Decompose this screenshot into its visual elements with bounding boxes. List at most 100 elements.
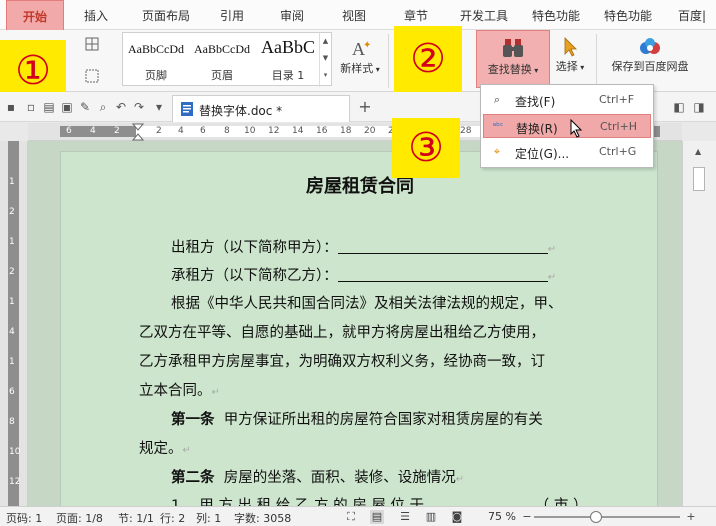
new-style-label: 新样式: [340, 62, 374, 75]
style-toc1[interactable]: AaBbC 目录 1: [255, 33, 321, 87]
mouse-pointer-icon: [570, 119, 583, 138]
ruler-number: 2: [114, 126, 120, 136]
tab-view[interactable]: 视图: [330, 0, 378, 30]
folder-icon[interactable]: ▪: [4, 100, 18, 114]
doc-line: 规定。↵: [139, 437, 191, 458]
zoom-in-icon[interactable]: +: [684, 510, 698, 524]
gallery-scroll[interactable]: ▲ ▼ ▾: [319, 33, 331, 87]
print-preview-icon[interactable]: ▣: [60, 100, 74, 114]
page-view-icon[interactable]: ▤: [370, 510, 384, 524]
status-page[interactable]: 页码: 1: [6, 510, 42, 526]
tab-nav-right-icon[interactable]: ◨: [692, 100, 706, 114]
more-dropdown-icon[interactable]: ▾: [152, 100, 166, 114]
reading-view-icon[interactable]: ▥: [424, 510, 438, 524]
lessor-label: 出租方（以下简称甲方）：: [171, 240, 338, 256]
ruler-number: 4: [178, 126, 184, 136]
doc-line-lessee: 承租方（以下简称乙方）： ↵: [171, 264, 556, 285]
scroll-thumb[interactable]: [693, 167, 705, 191]
ribbon-separator: [388, 34, 389, 88]
format-painter-icon[interactable]: ✎: [78, 100, 92, 114]
indent-marker-icon[interactable]: [132, 123, 144, 141]
new-style-button[interactable]: A ✦ 新样式 ▾: [336, 36, 384, 86]
style-sample: AaBbCcDd: [194, 42, 250, 56]
tab-features[interactable]: 特色功能: [524, 0, 588, 30]
fullscreen-icon[interactable]: ⛶: [344, 510, 358, 524]
ruler-number: 10: [244, 126, 256, 136]
new-style-icon: A ✦: [352, 39, 371, 59]
zoom-out-icon[interactable]: −: [520, 510, 534, 524]
menu-item-find[interactable]: ⌕ 查找(F) Ctrl+F: [483, 88, 651, 112]
find-doc-icon[interactable]: ⌕: [96, 100, 110, 114]
scroll-up-icon[interactable]: ▲: [695, 147, 701, 156]
save-icon[interactable]: ▫: [24, 100, 38, 114]
print-icon[interactable]: ▤: [42, 100, 56, 114]
status-pages[interactable]: 页面: 1/8: [56, 510, 103, 526]
zoom-slider-knob[interactable]: [590, 511, 602, 523]
doc-line-article-2: 第二条 房屋的坐落、面积、装修、设施情况↵: [171, 466, 464, 487]
status-bar: 页码: 1 页面: 1/8 节: 1/1 行: 2 列: 1 字数: 3058 …: [0, 506, 716, 526]
style-header[interactable]: AaBbCcDd 页眉: [189, 33, 255, 87]
zoom-level[interactable]: 75 %: [488, 510, 516, 523]
ruler-number: 2: [156, 126, 162, 136]
tab-home[interactable]: 开始: [6, 0, 64, 30]
paragraph-mark: ↵: [455, 474, 465, 485]
doc-line-text: 房屋的坐落、面积、装修、设施情况: [223, 470, 456, 486]
ruler-number: 16: [316, 126, 328, 136]
document-page[interactable]: 房屋租赁合同 出租方（以下简称甲方）： ↵ 承租方（以下简称乙方）： ↵ 根据《中华…: [60, 151, 658, 506]
doc-file-icon: [181, 102, 193, 116]
menu-item-replace[interactable]: ᵃᵇᶜ 替换(R) Ctrl+H: [483, 114, 651, 138]
outline-view-icon[interactable]: ☰: [398, 510, 412, 524]
find-replace-button[interactable]: 查找替换 ▾: [476, 30, 550, 88]
ruler-number: 28: [460, 126, 472, 136]
doc-line-text: 甲方保证所出租的房屋符合国家对租赁房屋的有关: [223, 412, 543, 428]
paragraph-mark: ↵: [547, 244, 557, 255]
tab-page-layout[interactable]: 页面布局: [128, 0, 204, 30]
vertical-scrollbar[interactable]: ▲: [682, 141, 716, 506]
document-canvas[interactable]: 房屋租赁合同 出租方（以下简称甲方）： ↵ 承租方（以下简称乙方）： ↵ 根据《中华…: [28, 141, 682, 506]
tab-review[interactable]: 审阅: [268, 0, 316, 30]
status-section[interactable]: 节: 1/1: [118, 510, 154, 526]
find-replace-label: 查找替换: [487, 63, 532, 76]
article-heading: 第二条: [171, 470, 215, 486]
annotation-badge-2: ②: [394, 26, 462, 92]
undo-icon[interactable]: ↶: [114, 100, 128, 114]
find-icon: ⌕: [493, 93, 501, 106]
style-footer[interactable]: AaBbCcDd 页脚: [123, 33, 189, 87]
tab-features-2[interactable]: 特色功能: [596, 0, 660, 30]
style-gallery[interactable]: AaBbCcDd 页脚 AaBbCcDd 页眉 AaBbC 目录 1 ▲ ▼ ▾: [122, 32, 332, 87]
lessee-label: 承租方（以下简称乙方）：: [171, 268, 338, 284]
vertical-ruler[interactable]: 1 2 1 2 1 4 1 6 8 10 12: [0, 141, 28, 506]
ribbon-separator: [596, 34, 597, 88]
tab-nav-left-icon[interactable]: ◧: [672, 100, 686, 114]
web-view-icon[interactable]: ◙: [450, 510, 464, 524]
paragraph-mark: ↵: [182, 445, 191, 456]
ruler-number: 14: [292, 126, 304, 136]
menu-item-shortcut: Ctrl+F: [599, 93, 635, 106]
new-tab-icon[interactable]: +: [358, 99, 372, 115]
vruler-number: 2: [9, 267, 15, 277]
menu-item-label: 定位(G)...: [515, 147, 570, 161]
redo-icon[interactable]: ↷: [132, 100, 146, 114]
select-button[interactable]: 选择 ▾: [552, 36, 588, 88]
tab-baidu[interactable]: 百度|: [668, 0, 716, 30]
ribbon: ① AaBbCcDd 页脚 AaBbCcDd 页眉 AaBbC 目录 1 ▲ ▼ ▾…: [0, 26, 716, 102]
doc-line-text: 立本合同。: [139, 383, 212, 399]
menu-item-label: 查找(F): [515, 95, 556, 109]
svg-text:✦: ✦: [363, 40, 371, 51]
save-to-baidu-button[interactable]: 保存到百度网盘: [600, 36, 700, 88]
status-col[interactable]: 列: 1: [196, 510, 221, 526]
vruler-number: 1: [9, 177, 15, 187]
status-row[interactable]: 行: 2: [160, 510, 185, 526]
save-to-baidu-label: 保存到百度网盘: [611, 60, 689, 73]
ruler-number: 12: [268, 126, 280, 136]
vruler-number: 8: [9, 417, 15, 427]
tab-insert[interactable]: 插入: [72, 0, 120, 30]
ruler-number: 20: [364, 126, 376, 136]
style-sample: AaBbC: [261, 37, 315, 57]
vruler-number: 2: [9, 207, 15, 217]
document-tab[interactable]: 替换字体.doc *: [172, 95, 350, 122]
status-word-count[interactable]: 字数: 3058: [234, 510, 291, 526]
zoom-slider-track[interactable]: [534, 516, 680, 518]
menu-item-goto[interactable]: ⌖ 定位(G)... Ctrl+G: [483, 140, 651, 164]
tab-references[interactable]: 引用: [208, 0, 256, 30]
